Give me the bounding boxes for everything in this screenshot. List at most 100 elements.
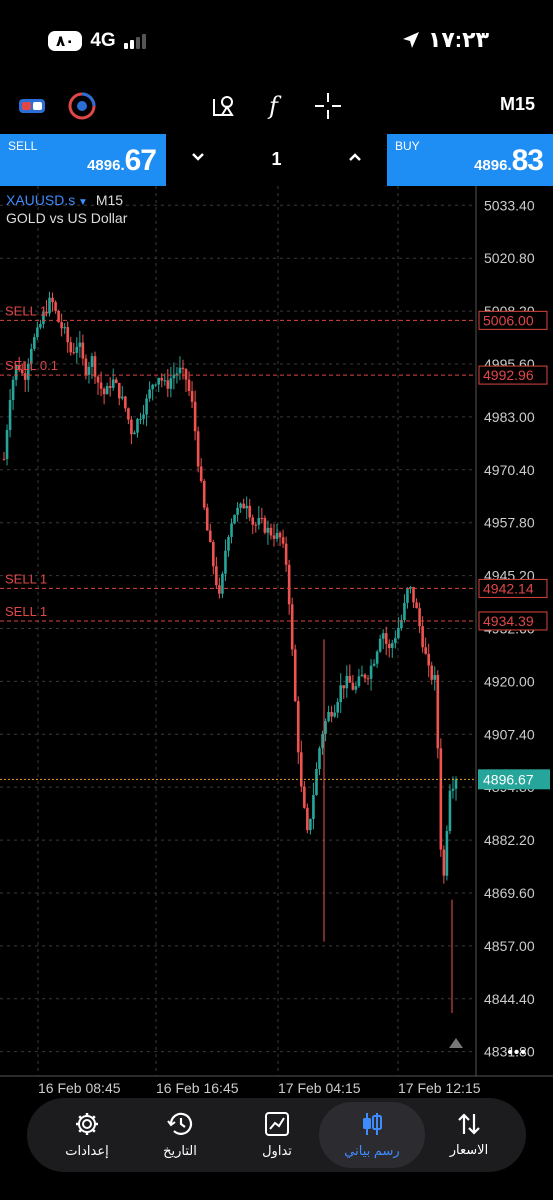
sell-button[interactable]: SELL 4896.67: [0, 134, 166, 186]
chart-canvas[interactable]: 5033.405020.805008.204995.604983.004970.…: [0, 186, 553, 1100]
candle-body: [412, 586, 415, 603]
candle-body: [351, 682, 355, 690]
candle-body: [69, 342, 73, 353]
y-tick-label: 5033.40: [484, 197, 535, 213]
buy-label: BUY: [395, 139, 420, 153]
candle-body: [154, 384, 157, 386]
candle-body: [108, 386, 112, 388]
sell-price-main: 4896.: [87, 157, 125, 174]
candle-body: [187, 379, 191, 392]
candle-body: [278, 532, 282, 538]
candle-body: [299, 752, 303, 787]
candle-body: [439, 748, 443, 850]
y-tick-label: 5020.80: [484, 250, 535, 266]
y-tick-label: 4882.20: [484, 832, 535, 848]
trade-chart-icon: [265, 1112, 289, 1136]
y-tick-label: 4983.00: [484, 409, 535, 425]
candle-body: [254, 524, 258, 526]
candle-body: [87, 366, 91, 375]
candle-body: [251, 517, 255, 525]
y-tick-label: 4970.40: [484, 462, 535, 478]
order-level-label: SELL 1: [5, 303, 47, 318]
timeframe-button[interactable]: M15: [500, 94, 535, 115]
candle-body: [424, 647, 427, 654]
y-tick-label: 4844.40: [484, 991, 535, 1007]
candle-body: [127, 408, 130, 420]
status-bar: ٨٠ 4G ١٧:٢٣: [0, 0, 553, 80]
candle-body: [199, 466, 203, 481]
buy-button[interactable]: BUY 4896.83: [387, 134, 553, 186]
candle-body: [124, 396, 127, 409]
candle-body: [99, 382, 103, 389]
chart-toolbar: f M15: [0, 82, 553, 130]
clock: ١٧:٢٣: [427, 27, 489, 52]
objects-icon[interactable]: [208, 90, 240, 122]
nav-history[interactable]: التاريخ: [140, 1098, 220, 1172]
candle-body: [93, 356, 97, 377]
y-tick-label: 4869.60: [484, 885, 535, 901]
candle-body: [145, 398, 148, 415]
candle-body: [23, 373, 27, 380]
candle-body: [227, 536, 230, 551]
candle-body: [354, 686, 358, 690]
candle-body: [451, 788, 455, 791]
candle-body: [360, 674, 364, 677]
candle-body: [130, 419, 133, 435]
candle-body: [133, 432, 136, 435]
candle-body: [263, 518, 267, 533]
candle-body: [454, 779, 458, 789]
nav-chart[interactable]: رسم بياني: [319, 1102, 425, 1168]
indicator-speed-icon[interactable]: [66, 90, 98, 122]
x-tick-label: 17 Feb 04:15: [278, 1080, 361, 1096]
price-chart[interactable]: 5033.405020.805008.204995.604983.004970.…: [0, 186, 553, 1100]
one-click-trading-icon[interactable]: [16, 90, 48, 122]
buy-price-main: 4896.: [474, 157, 512, 174]
candle-body: [193, 401, 197, 432]
nav-label-quotes: الاسعار: [449, 1142, 489, 1157]
candle-body: [406, 588, 409, 603]
candle-body: [105, 386, 109, 395]
nav-settings[interactable]: إعدادات: [47, 1098, 127, 1172]
candle-body: [397, 628, 400, 639]
lot-increase-button[interactable]: [347, 149, 363, 170]
candle-body: [378, 638, 382, 652]
candle-body: [221, 573, 224, 594]
nav-trade[interactable]: تداول: [237, 1098, 317, 1172]
candle-body: [39, 324, 42, 328]
candle-body: [205, 507, 209, 531]
nav-label-chart: رسم بياني: [344, 1143, 400, 1158]
candle-body: [293, 649, 297, 702]
chart-symbol-header[interactable]: XAUUSD.s ▼ M15: [6, 192, 123, 208]
candle-body: [142, 414, 145, 419]
bottom-navigation: الاسعار رسم بياني تداول التاريخ إعدادات: [27, 1098, 526, 1172]
candle-body: [433, 675, 437, 680]
candle-body: [269, 527, 273, 536]
order-price-label: 4934.39: [483, 613, 534, 629]
order-level-label: SELL 0.1: [5, 358, 58, 373]
candle-body: [418, 608, 421, 627]
candle-body: [2, 458, 6, 460]
battery-indicator: ٨٠: [48, 31, 83, 51]
candle-body: [5, 430, 9, 459]
candle-body: [81, 342, 85, 359]
candle-body: [117, 382, 121, 399]
candle-body: [151, 384, 154, 390]
x-tick-label: 16 Feb 08:45: [38, 1080, 121, 1096]
candle-body: [336, 702, 339, 713]
candle-body: [415, 602, 418, 609]
candle-body: [190, 391, 194, 402]
candle-body: [230, 523, 233, 537]
order-level-label: SELL 1: [5, 604, 47, 619]
candle-body: [321, 733, 324, 749]
function-icon[interactable]: f: [261, 90, 293, 122]
symbol-name[interactable]: XAUUSD.s: [6, 192, 75, 208]
candle-body: [309, 818, 312, 831]
candle-body: [357, 676, 361, 687]
candle-body: [348, 675, 352, 683]
nav-quotes[interactable]: الاسعار: [429, 1098, 509, 1172]
chart-more-button[interactable]: •••: [507, 1044, 527, 1062]
candle-body: [430, 665, 434, 680]
svg-text:f: f: [267, 93, 282, 119]
crosshair-icon[interactable]: [312, 90, 344, 122]
candle-body: [427, 653, 430, 666]
